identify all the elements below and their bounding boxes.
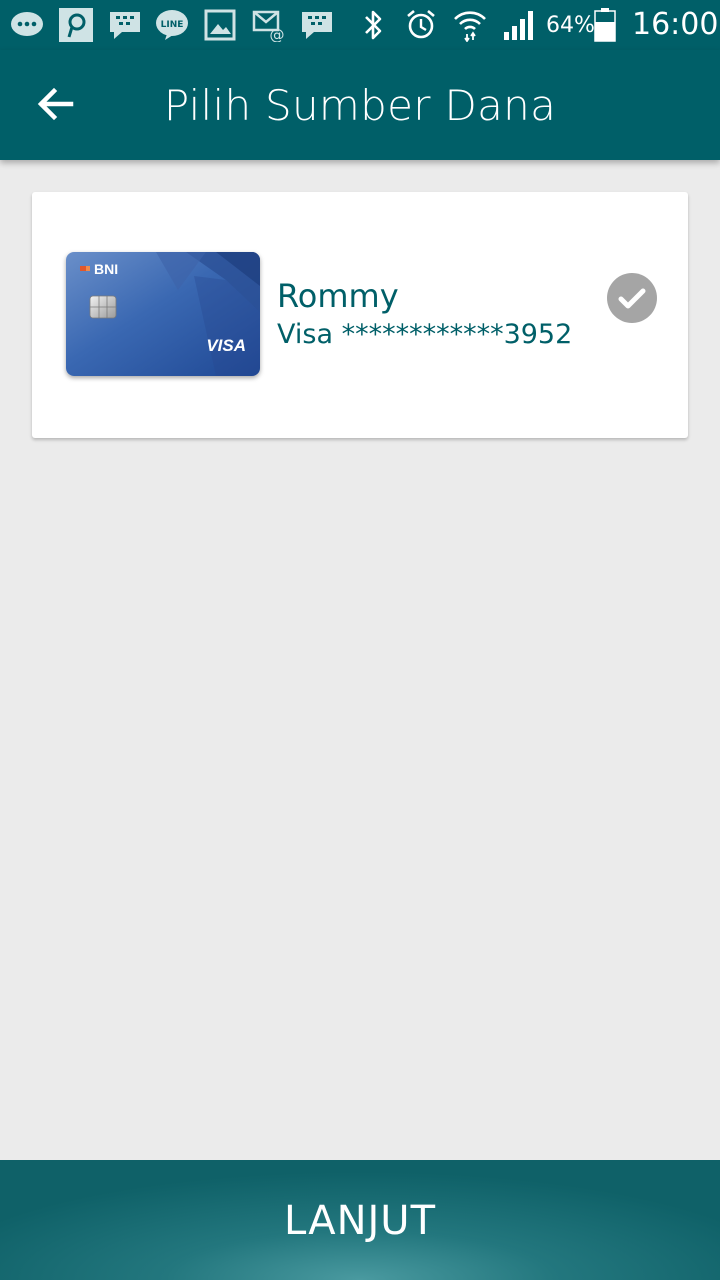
email-icon: @ — [252, 10, 285, 42]
svg-text:LINE: LINE — [161, 20, 184, 30]
battery-percent: 64% — [546, 13, 595, 38]
status-bar: LINE @ 64% 16:00 — [0, 0, 720, 50]
app-bar: Pilih Sumber Dana — [0, 50, 720, 160]
next-button-label: LANJUT — [284, 1198, 436, 1244]
svg-text:@: @ — [270, 26, 285, 42]
funding-source-item[interactable]: BNI VISA Rommy Visa ************3952 — [32, 192, 688, 438]
selected-check[interactable] — [607, 273, 657, 323]
chat-bubble-icon — [11, 12, 43, 36]
card-number: Visa ************3952 — [277, 319, 573, 350]
signal-icon — [504, 11, 533, 40]
card-bank-logo: BNI — [94, 261, 118, 277]
wifi-icon — [454, 11, 486, 42]
check-circle-icon — [618, 288, 646, 309]
clock: 16:00 — [632, 7, 719, 42]
bbm-icon — [110, 12, 140, 39]
bluetooth-icon — [365, 10, 382, 40]
bni-visa-card-image: BNI VISA — [66, 252, 260, 376]
card-holder-name: Rommy — [277, 277, 399, 315]
battery-icon — [594, 8, 616, 42]
page-title: Pilih Sumber Dana — [163, 81, 557, 130]
bbm-icon — [302, 12, 332, 39]
card-network-logo: VISA — [206, 336, 246, 355]
alarm-icon — [407, 10, 435, 39]
next-button[interactable]: LANJUT — [0, 1160, 720, 1280]
p-app-icon — [59, 8, 93, 42]
image-icon — [204, 9, 236, 41]
line-icon: LINE — [156, 10, 188, 40]
